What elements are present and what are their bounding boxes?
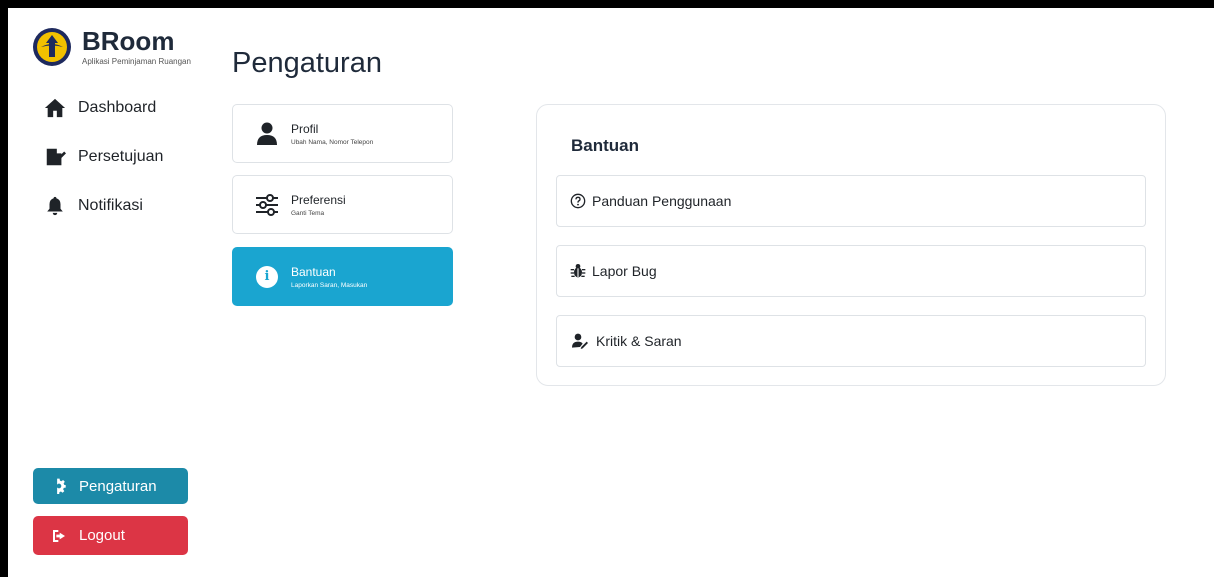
settings-button[interactable]: Pengaturan <box>33 468 188 504</box>
sidebar-item-label: Notifikasi <box>78 197 143 214</box>
broom-logo-icon <box>33 28 71 66</box>
logout-button-label: Logout <box>79 527 125 544</box>
help-item-lapor-bug[interactable]: Lapor Bug <box>556 245 1146 297</box>
help-item-label: Lapor Bug <box>592 263 657 279</box>
menu-card-subtitle: Ganti Tema <box>291 209 325 217</box>
sidebar-nav: Dashboard Persetujuan Notifikasi <box>44 96 163 243</box>
brand[interactable]: BRoom Aplikasi Peminjaman Ruangan <box>32 27 191 67</box>
signature-icon <box>46 148 66 166</box>
bug-icon <box>570 264 586 278</box>
sidebar-item-persetujuan[interactable]: Persetujuan <box>44 145 163 169</box>
help-item-label: Panduan Penggunaan <box>592 193 732 209</box>
bell-icon <box>47 196 63 216</box>
sidebar-item-notifikasi[interactable]: Notifikasi <box>44 194 163 218</box>
help-item-panduan[interactable]: Panduan Penggunaan <box>556 175 1146 227</box>
menu-card-subtitle: Laporkan Saran, Masukan <box>291 281 368 289</box>
info-icon: i <box>256 265 278 288</box>
question-circle-icon <box>570 193 586 209</box>
sliders-icon <box>256 193 278 216</box>
help-item-kritik-saran[interactable]: Kritik & Saran <box>556 315 1146 367</box>
brand-subtitle: Aplikasi Peminjaman Ruangan <box>82 57 191 66</box>
settings-menu-bantuan[interactable]: i Bantuan Laporkan Saran, Masukan <box>232 247 453 306</box>
settings-menu-preferensi[interactable]: Preferensi Ganti Tema <box>232 175 453 234</box>
menu-card-title: Profil <box>291 121 319 136</box>
sign-out-icon <box>53 529 65 542</box>
gear-icon <box>56 478 66 494</box>
settings-menu-profil[interactable]: Profil Ubah Nama, Nomor Telepon <box>232 104 453 163</box>
user-icon <box>257 122 277 145</box>
help-panel: Bantuan Panduan Penggunaan Lapor Bug Kri… <box>536 104 1166 386</box>
menu-card-title: Bantuan <box>291 264 336 279</box>
help-panel-title: Bantuan <box>571 136 639 155</box>
sidebar-item-dashboard[interactable]: Dashboard <box>44 96 163 120</box>
sidebar-item-label: Dashboard <box>78 99 157 116</box>
app-window: BRoom Aplikasi Peminjaman Ruangan Dashbo… <box>8 8 1214 577</box>
sidebar-item-label: Persetujuan <box>78 148 164 165</box>
help-item-label: Kritik & Saran <box>596 333 682 349</box>
page-title: Pengaturan <box>232 47 382 79</box>
settings-button-label: Pengaturan <box>79 477 157 495</box>
brand-name: BRoom <box>82 26 175 56</box>
menu-card-subtitle: Ubah Nama, Nomor Telepon <box>291 138 374 146</box>
home-icon <box>44 98 66 118</box>
logout-button[interactable]: Logout <box>33 516 188 555</box>
user-pen-icon <box>572 333 588 349</box>
menu-card-title: Preferensi <box>291 192 346 207</box>
